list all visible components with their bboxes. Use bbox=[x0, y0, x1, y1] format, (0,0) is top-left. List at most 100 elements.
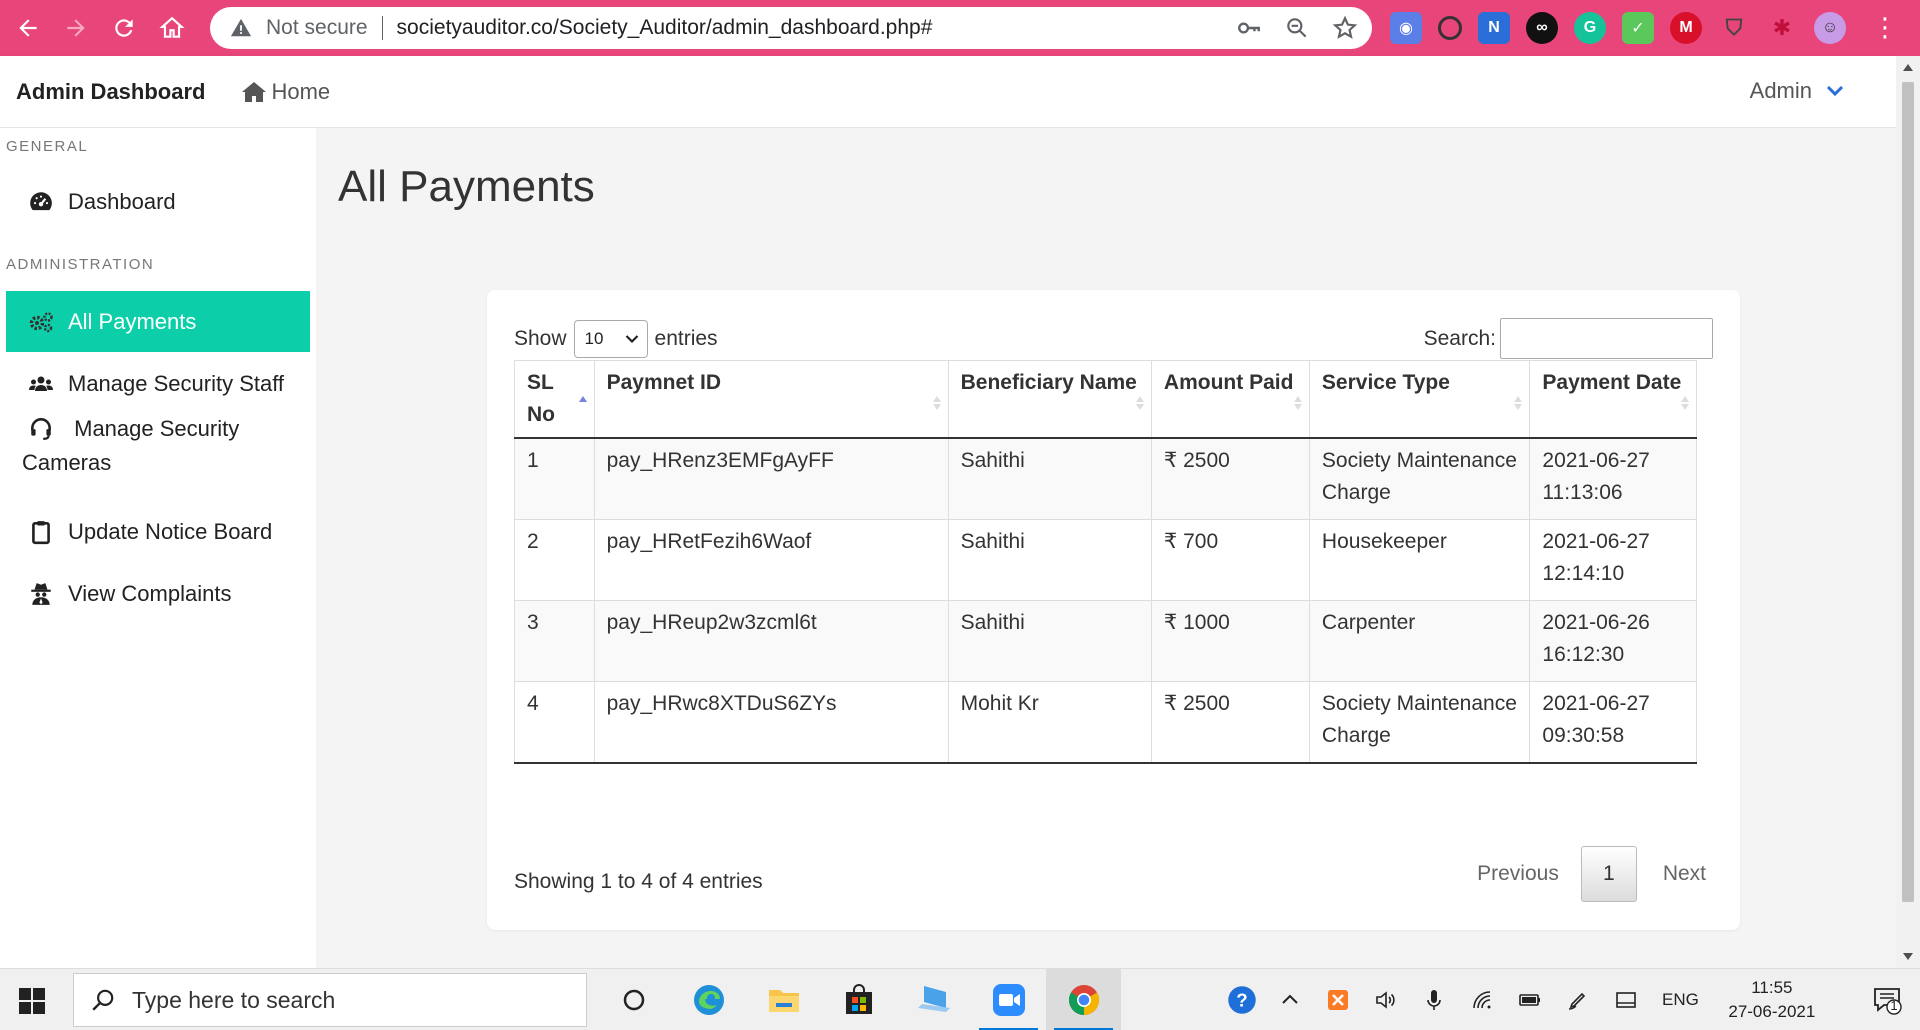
sidebar-item-label: Dashboard bbox=[68, 189, 176, 214]
battery-tray-button[interactable] bbox=[1506, 969, 1554, 1030]
scroll-up-arrow-icon[interactable] bbox=[1903, 64, 1913, 71]
circle-extension-icon[interactable] bbox=[1438, 16, 1462, 40]
column-header-beneficiary[interactable]: Beneficiary Name bbox=[947, 360, 1152, 439]
infinity-extension-icon[interactable]: ∞ bbox=[1526, 12, 1558, 44]
laptop-app-button[interactable] bbox=[896, 969, 971, 1030]
cogs-icon bbox=[29, 311, 53, 332]
sidebar-item-all-payments[interactable]: All Payments bbox=[6, 291, 310, 352]
column-header-label: Beneficiary Name bbox=[960, 371, 1137, 394]
wifi-tray-button[interactable] bbox=[1458, 969, 1506, 1030]
pagination: Previous 1 Next bbox=[1477, 846, 1706, 902]
brand-title[interactable]: Admin Dashboard bbox=[16, 79, 205, 105]
m-extension-icon[interactable]: M bbox=[1670, 12, 1702, 44]
sidebar-heading-general: GENERAL bbox=[6, 138, 89, 155]
puzzle-icon[interactable]: ✱ bbox=[1766, 12, 1798, 44]
display-tray-button[interactable] bbox=[1602, 969, 1650, 1030]
zoom-icon bbox=[992, 984, 1025, 1016]
sidebar-item-label: Manage Security Staff bbox=[68, 371, 285, 396]
chevron-down-icon bbox=[1826, 85, 1844, 97]
column-header-service[interactable]: Service Type bbox=[1308, 360, 1531, 439]
volume-tray-button[interactable] bbox=[1362, 969, 1410, 1030]
home-link[interactable]: Home bbox=[241, 79, 330, 105]
clock[interactable]: 11:55 27-06-2021 bbox=[1717, 976, 1827, 1024]
show-hidden-icons-button[interactable] bbox=[1266, 969, 1314, 1030]
star-icon[interactable] bbox=[1332, 15, 1358, 41]
sidebar-item-manage-security-cameras[interactable]: Manage Security Cameras bbox=[0, 412, 290, 480]
previous-page-button[interactable]: Previous bbox=[1477, 862, 1559, 886]
shield-extension-icon[interactable]: ⛉ bbox=[1718, 12, 1750, 44]
forward-button[interactable] bbox=[56, 8, 96, 48]
column-header-date[interactable]: Payment Date bbox=[1529, 360, 1697, 439]
security-status[interactable]: Not secure bbox=[266, 16, 368, 40]
clock-date: 27-06-2021 bbox=[1728, 1002, 1816, 1021]
speaker-icon bbox=[1376, 991, 1395, 1009]
cell-payment-id: pay_HReup2w3zcml6t bbox=[593, 600, 949, 682]
reload-button[interactable] bbox=[104, 8, 144, 48]
cell-beneficiary: Sahithi bbox=[947, 519, 1152, 601]
table-info: Showing 1 to 4 of 4 entries bbox=[514, 870, 763, 893]
sidebar-item-view-complaints[interactable]: View Complaints bbox=[0, 574, 316, 614]
cell-amount: ₹ 2500 bbox=[1150, 437, 1310, 520]
chrome-app-button[interactable] bbox=[1046, 969, 1121, 1030]
column-header-label: Paymnet ID bbox=[606, 371, 721, 394]
screenshot-extension-icon[interactable]: ◉ bbox=[1390, 12, 1422, 44]
address-bar[interactable]: Not secure societyauditor.co/Society_Aud… bbox=[210, 7, 1372, 49]
scroll-down-arrow-icon[interactable] bbox=[1903, 953, 1913, 960]
pen-tray-button[interactable] bbox=[1554, 969, 1602, 1030]
sort-both-icon bbox=[1514, 396, 1523, 410]
column-header-payment-id[interactable]: Paymnet ID bbox=[593, 360, 949, 439]
sidebar-item-update-notice-board[interactable]: Update Notice Board bbox=[0, 512, 316, 552]
taskbar-search-box[interactable]: Type here to search bbox=[73, 973, 587, 1027]
task-view-button[interactable] bbox=[596, 969, 671, 1030]
browser-menu-icon[interactable]: ⋮ bbox=[1872, 14, 1898, 40]
windows-start-icon[interactable] bbox=[18, 987, 46, 1015]
extensions-row: ◉ N ∞ G ✓ M ⛉ ✱ ☺ bbox=[1390, 12, 1846, 44]
zoom-app-button[interactable] bbox=[971, 969, 1046, 1030]
xampp-tray-button[interactable] bbox=[1314, 969, 1362, 1030]
page-length-select[interactable]: 10 bbox=[573, 320, 648, 358]
search-input[interactable] bbox=[1500, 318, 1713, 359]
table-row: 2 pay_HRetFezih6Waof Sahithi ₹ 700 House… bbox=[514, 519, 1697, 601]
cell-payment-id: pay_HRetFezih6Waof bbox=[593, 519, 949, 601]
folder-icon bbox=[768, 990, 799, 1012]
n-extension-icon[interactable]: N bbox=[1478, 12, 1510, 44]
zoom-icon[interactable] bbox=[1284, 15, 1310, 41]
keyboard-icon bbox=[1616, 992, 1636, 1008]
column-header-label: Payment Date bbox=[1542, 371, 1682, 394]
omnibox-divider bbox=[381, 16, 383, 40]
sidebar-item-manage-security-staff[interactable]: Manage Security Staff bbox=[0, 364, 316, 404]
key-icon[interactable] bbox=[1236, 15, 1262, 41]
profile-avatar-icon[interactable]: ☺ bbox=[1814, 12, 1846, 44]
sidebar: GENERAL Dashboard ADMINISTRATION All Pay… bbox=[0, 128, 316, 968]
check-extension-icon[interactable]: ✓ bbox=[1622, 12, 1654, 44]
store-app-button[interactable] bbox=[821, 969, 896, 1030]
cell-sl: 3 bbox=[514, 600, 595, 682]
notification-center-button[interactable]: 1 bbox=[1872, 985, 1902, 1015]
page-1-button[interactable]: 1 bbox=[1580, 846, 1637, 902]
admin-dropdown[interactable]: Admin bbox=[1750, 78, 1844, 104]
cell-beneficiary: Sahithi bbox=[947, 437, 1152, 520]
reload-icon bbox=[115, 19, 133, 37]
grammarly-icon[interactable]: G bbox=[1574, 12, 1606, 44]
column-header-sl-no[interactable]: SL No bbox=[514, 360, 595, 439]
clock-time: 11:55 bbox=[1751, 978, 1793, 997]
back-button[interactable] bbox=[8, 8, 48, 48]
home-button[interactable] bbox=[152, 8, 192, 48]
next-page-button[interactable]: Next bbox=[1663, 862, 1706, 886]
edge-app-button[interactable] bbox=[671, 969, 746, 1030]
dashboard-icon bbox=[30, 192, 52, 211]
clipboard-icon bbox=[32, 521, 50, 545]
windows-taskbar: Type here to search ? ENG 11:55 27-06-20… bbox=[0, 968, 1920, 1030]
sidebar-item-dashboard[interactable]: Dashboard bbox=[0, 182, 316, 222]
column-header-amount[interactable]: Amount Paid bbox=[1150, 360, 1310, 439]
microphone-tray-button[interactable] bbox=[1410, 969, 1458, 1030]
page-scrollbar[interactable] bbox=[1896, 56, 1920, 968]
language-indicator[interactable]: ENG bbox=[1662, 990, 1699, 1010]
help-tray-button[interactable]: ? bbox=[1218, 969, 1266, 1030]
home-icon bbox=[159, 16, 185, 38]
url-text[interactable]: societyauditor.co/Society_Auditor/admin_… bbox=[397, 16, 933, 40]
user-secret-icon bbox=[31, 583, 51, 605]
cell-payment-id: pay_HRwc8XTDuS6ZYs bbox=[593, 681, 949, 764]
scroll-thumb[interactable] bbox=[1902, 82, 1914, 902]
file-explorer-button[interactable] bbox=[746, 969, 821, 1030]
